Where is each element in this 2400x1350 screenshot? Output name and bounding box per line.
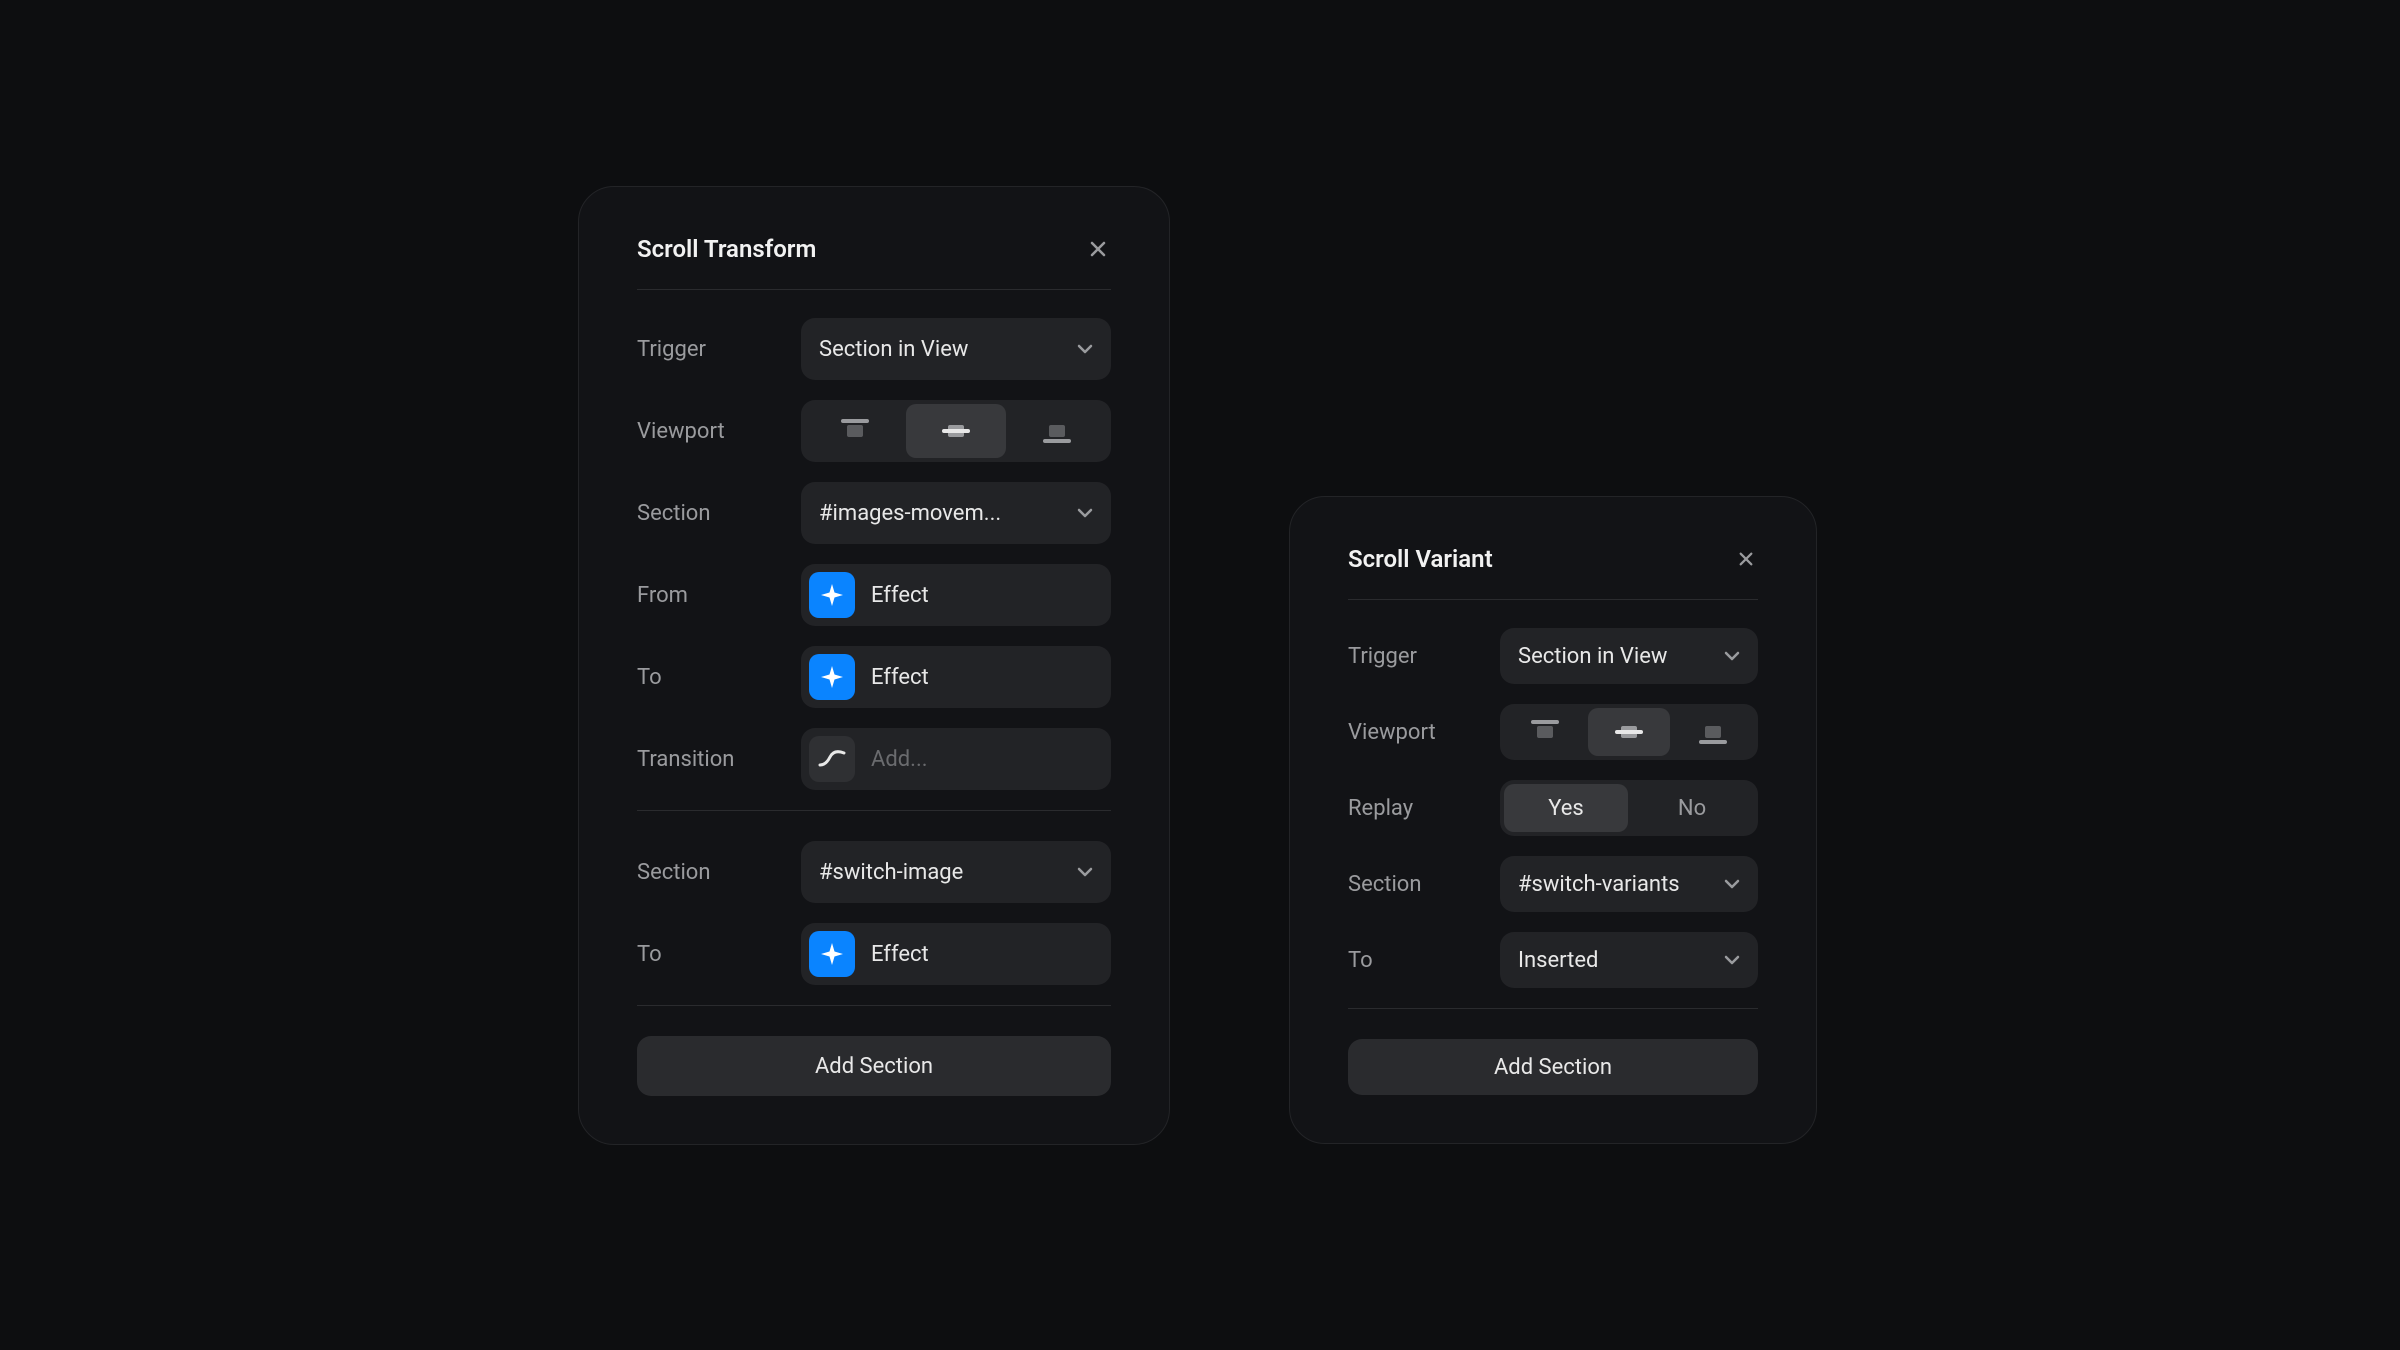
replay-yes-button[interactable]: Yes	[1504, 784, 1628, 832]
transition-placeholder: Add...	[871, 747, 1093, 772]
section-row: Section #switch-variants	[1348, 856, 1758, 912]
panel-title: Scroll Variant	[1348, 545, 1493, 573]
trigger-select[interactable]: Section in View	[801, 318, 1111, 380]
align-middle-icon	[942, 419, 970, 443]
trigger-label: Trigger	[1348, 644, 1500, 669]
viewport-top-button[interactable]	[805, 404, 904, 458]
trigger-value: Section in View	[819, 337, 1069, 362]
replay-row: Replay Yes No	[1348, 780, 1758, 836]
align-top-icon	[1531, 720, 1559, 744]
trigger-value: Section in View	[1518, 644, 1716, 669]
section-select-1[interactable]: #images-movem...	[801, 482, 1111, 544]
trigger-select[interactable]: Section in View	[1500, 628, 1758, 684]
to-row-2: To Effect	[637, 923, 1111, 985]
from-effect-button[interactable]: Effect	[801, 564, 1111, 626]
viewport-label: Viewport	[1348, 720, 1500, 745]
viewport-row: Viewport	[637, 400, 1111, 462]
to-label: To	[1348, 948, 1500, 973]
to-value: Inserted	[1518, 948, 1716, 973]
to-effect-button-2[interactable]: Effect	[801, 923, 1111, 985]
sparkle-icon	[809, 931, 855, 977]
chevron-down-icon	[1077, 508, 1093, 518]
add-section-button[interactable]: Add Section	[637, 1036, 1111, 1096]
viewport-row: Viewport	[1348, 704, 1758, 760]
to-label: To	[637, 665, 801, 690]
to-row-1: To Effect	[637, 646, 1111, 708]
to-value-2: Effect	[871, 942, 1093, 967]
align-middle-icon	[1615, 720, 1643, 744]
sparkle-icon	[809, 654, 855, 700]
viewport-middle-button[interactable]	[1588, 708, 1670, 756]
replay-label: Replay	[1348, 796, 1500, 821]
to-select[interactable]: Inserted	[1500, 932, 1758, 988]
scroll-variant-panel: Scroll Variant Trigger Section in View V…	[1289, 496, 1817, 1144]
to-label: To	[637, 942, 801, 967]
trigger-label: Trigger	[637, 337, 801, 362]
section-value: #switch-variants	[1518, 872, 1716, 897]
from-label: From	[637, 583, 801, 608]
align-bottom-icon	[1699, 720, 1727, 744]
panel-header: Scroll Variant	[1348, 545, 1758, 600]
section-label: Section	[1348, 872, 1500, 897]
close-icon[interactable]	[1734, 547, 1758, 571]
section-value-2: #switch-image	[819, 860, 1069, 885]
viewport-label: Viewport	[637, 419, 801, 444]
add-section-button[interactable]: Add Section	[1348, 1039, 1758, 1095]
divider	[637, 1005, 1111, 1006]
section-select[interactable]: #switch-variants	[1500, 856, 1758, 912]
replay-no-button[interactable]: No	[1630, 784, 1754, 832]
chevron-down-icon	[1077, 344, 1093, 354]
align-bottom-icon	[1043, 419, 1071, 443]
to-row: To Inserted	[1348, 932, 1758, 988]
from-row: From Effect	[637, 564, 1111, 626]
divider	[1348, 1008, 1758, 1009]
transition-row: Transition Add...	[637, 728, 1111, 790]
divider	[637, 810, 1111, 811]
chevron-down-icon	[1724, 651, 1740, 661]
trigger-row: Trigger Section in View	[1348, 628, 1758, 684]
replay-segmented: Yes No	[1500, 780, 1758, 836]
to-value-1: Effect	[871, 665, 1093, 690]
section-label: Section	[637, 501, 801, 526]
to-effect-button-1[interactable]: Effect	[801, 646, 1111, 708]
section-select-2[interactable]: #switch-image	[801, 841, 1111, 903]
from-value: Effect	[871, 583, 1093, 608]
viewport-bottom-button[interactable]	[1008, 404, 1107, 458]
panel-header: Scroll Transform	[637, 235, 1111, 290]
viewport-middle-button[interactable]	[906, 404, 1005, 458]
align-top-icon	[841, 419, 869, 443]
curve-icon	[809, 736, 855, 782]
close-icon[interactable]	[1085, 236, 1111, 262]
section-row-1: Section #images-movem...	[637, 482, 1111, 544]
sparkle-icon	[809, 572, 855, 618]
chevron-down-icon	[1724, 879, 1740, 889]
section-label: Section	[637, 860, 801, 885]
transition-button[interactable]: Add...	[801, 728, 1111, 790]
viewport-segmented	[1500, 704, 1758, 760]
section-row-2: Section #switch-image	[637, 841, 1111, 903]
scroll-transform-panel: Scroll Transform Trigger Section in View…	[578, 186, 1170, 1145]
viewport-segmented	[801, 400, 1111, 462]
chevron-down-icon	[1724, 955, 1740, 965]
transition-label: Transition	[637, 747, 801, 772]
viewport-top-button[interactable]	[1504, 708, 1586, 756]
panel-title: Scroll Transform	[637, 235, 816, 263]
trigger-row: Trigger Section in View	[637, 318, 1111, 380]
chevron-down-icon	[1077, 867, 1093, 877]
viewport-bottom-button[interactable]	[1672, 708, 1754, 756]
section-value-1: #images-movem...	[819, 501, 1069, 526]
